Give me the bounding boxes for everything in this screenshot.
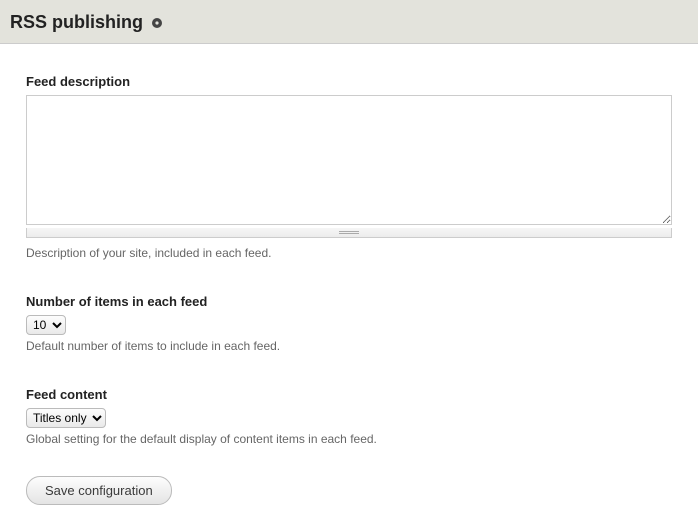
gear-icon[interactable]	[151, 17, 163, 29]
feed-content-select[interactable]: Titles only	[26, 408, 106, 428]
feed-description-group: Feed description Description of your sit…	[26, 74, 672, 260]
textarea-resize-handle[interactable]	[26, 228, 672, 238]
feed-description-input[interactable]	[26, 95, 672, 225]
feed-content-help: Global setting for the default display o…	[26, 432, 672, 446]
page-title: RSS publishing	[10, 12, 143, 33]
items-count-help: Default number of items to include in ea…	[26, 339, 672, 353]
feed-description-help: Description of your site, included in ea…	[26, 246, 672, 260]
feed-description-label: Feed description	[26, 74, 672, 89]
feed-content-group: Feed content Titles only Global setting …	[26, 387, 672, 446]
page-header: RSS publishing	[0, 0, 698, 44]
save-configuration-button[interactable]: Save configuration	[26, 476, 172, 505]
items-count-label: Number of items in each feed	[26, 294, 672, 309]
items-count-group: Number of items in each feed 10 Default …	[26, 294, 672, 353]
items-count-select[interactable]: 10	[26, 315, 66, 335]
form-content: Feed description Description of your sit…	[0, 44, 698, 529]
feed-content-label: Feed content	[26, 387, 672, 402]
